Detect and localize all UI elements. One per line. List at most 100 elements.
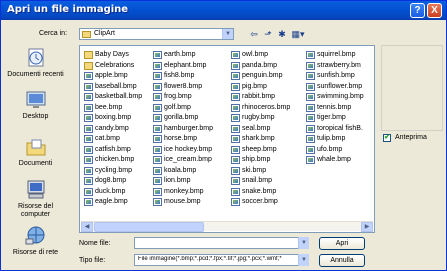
file-item[interactable]: bee.bmp: [83, 103, 142, 114]
place-network[interactable]: Risorse di rete: [7, 225, 64, 257]
file-item[interactable]: lion.bmp: [152, 176, 213, 187]
file-item[interactable]: sunflower.bmp: [305, 82, 364, 93]
file-item[interactable]: dog8.bmp: [83, 176, 142, 187]
file-item[interactable]: squirrel.bmp: [305, 50, 364, 61]
help-button[interactable]: ?: [410, 3, 425, 18]
file-item[interactable]: gorilla.bmp: [152, 113, 213, 124]
file-item[interactable]: tennis.bmp: [305, 103, 364, 114]
file-name: bee.bmp: [95, 103, 123, 111]
chevron-down-icon[interactable]: ▼: [222, 29, 233, 39]
file-item[interactable]: ice hockey.bmp: [152, 145, 213, 156]
up-folder-icon[interactable]: ⬏: [262, 28, 274, 40]
new-folder-icon[interactable]: ✱: [276, 28, 288, 40]
desktop-icon: [26, 91, 45, 108]
back-icon[interactable]: ⇦: [248, 28, 260, 40]
file-item[interactable]: penguin.bmp: [230, 71, 290, 82]
file-item[interactable]: basketball.bmp: [83, 92, 142, 103]
file-item[interactable]: ship.bmp: [230, 155, 290, 166]
filename-field[interactable]: ▼: [134, 237, 309, 249]
file-item[interactable]: shark.bmp: [230, 134, 290, 145]
file-item[interactable]: mouse.bmp: [152, 197, 213, 208]
bitmap-file-icon: [153, 124, 162, 133]
file-item[interactable]: Baby Days: [83, 50, 142, 61]
file-item[interactable]: baseball.bmp: [83, 82, 142, 93]
title-bar[interactable]: Apri un file immagine ? X: [1, 1, 446, 20]
file-item[interactable]: candy.bmp: [83, 124, 142, 135]
file-item[interactable]: sunfish.bmp: [305, 71, 364, 82]
places-bar: Documenti recenti Desktop Documenti Riso…: [7, 45, 64, 260]
bitmap-file-icon: [84, 135, 93, 143]
file-item[interactable]: snake.bmp: [230, 187, 290, 198]
file-name: ufo.bmp: [317, 145, 343, 153]
file-item[interactable]: earth.bmp: [152, 50, 213, 61]
file-item[interactable]: ice_cream.bmp: [152, 155, 213, 166]
file-item[interactable]: ufo.bmp: [305, 145, 364, 156]
file-item[interactable]: frog.bmp: [152, 92, 213, 103]
file-item[interactable]: elephant.bmp: [152, 61, 213, 72]
file-item[interactable]: tulip.bmp: [305, 134, 364, 145]
file-item[interactable]: flower8.bmp: [152, 82, 213, 93]
place-my-computer[interactable]: Risorse del computer: [7, 179, 64, 219]
chevron-down-icon[interactable]: ▼: [298, 254, 309, 266]
file-item[interactable]: horse.bmp: [152, 134, 213, 145]
file-name: candy.bmp: [95, 124, 129, 132]
file-item[interactable]: catfish.bmp: [83, 145, 142, 156]
bitmap-file-icon: [231, 198, 240, 206]
file-item[interactable]: koala.bmp: [152, 166, 213, 177]
scroll-right-icon[interactable]: ▶: [361, 222, 373, 232]
close-button[interactable]: X: [427, 3, 442, 18]
file-name: Baby Days: [95, 51, 129, 58]
file-item[interactable]: swimming.bmp: [305, 92, 364, 103]
file-item[interactable]: snail.bmp: [230, 176, 290, 187]
file-name: sunfish.bmp: [317, 72, 355, 79]
file-item[interactable]: eagle.bmp: [83, 197, 142, 208]
place-desktop[interactable]: Desktop: [7, 89, 64, 121]
file-item[interactable]: monkey.bmp: [152, 187, 213, 198]
file-name: soccer.bmp: [242, 198, 278, 205]
file-item[interactable]: cycling.bmp: [83, 166, 142, 177]
file-item[interactable]: duck.bmp: [83, 187, 142, 198]
file-item[interactable]: chicken.bmp: [83, 155, 142, 166]
view-menu-icon[interactable]: ▦▾: [290, 28, 306, 40]
preview-checkbox[interactable]: ✔: [383, 134, 391, 142]
file-item[interactable]: rugby.bmp: [230, 113, 290, 124]
bitmap-file-icon: [153, 177, 162, 185]
filetype-dropdown[interactable]: File immagine(*.bmp;*.pcd;*.fpx;*.tif;*.…: [134, 254, 309, 266]
open-button[interactable]: Apri: [319, 237, 365, 250]
file-list[interactable]: Baby Days Celebrations apple.bmp baseball.b…: [79, 45, 375, 233]
file-item[interactable]: sheep.bmp: [230, 145, 290, 156]
file-item[interactable]: ski.bmp: [230, 166, 290, 177]
chevron-down-icon[interactable]: ▼: [298, 237, 309, 249]
file-item[interactable]: rabbit.bmp: [230, 92, 290, 103]
bitmap-file-icon: [153, 135, 162, 143]
file-item[interactable]: whale.bmp: [305, 155, 364, 166]
file-item[interactable]: soccer.bmp: [230, 197, 290, 208]
scroll-left-icon[interactable]: ◀: [81, 222, 93, 232]
scrollbar-thumb[interactable]: [94, 222, 204, 232]
file-name: lion.bmp: [164, 177, 191, 184]
file-item[interactable]: cat.bmp: [83, 134, 142, 145]
file-item[interactable]: pig.bmp: [230, 82, 290, 93]
file-name: eagle.bmp: [95, 198, 128, 205]
file-item[interactable]: strawberry.bm: [305, 61, 364, 72]
file-item[interactable]: panda.bmp: [230, 61, 290, 72]
bitmap-file-icon: [84, 187, 93, 196]
file-item[interactable]: golf.bmp: [152, 103, 213, 114]
cancel-button[interactable]: Annulla: [319, 254, 365, 267]
place-my-documents[interactable]: Documenti: [7, 136, 64, 168]
file-item[interactable]: Celebrations: [83, 61, 142, 72]
file-item[interactable]: tiger.bmp: [305, 113, 364, 124]
file-item[interactable]: boxing.bmp: [83, 113, 142, 124]
file-item[interactable]: seal.bmp: [230, 124, 290, 135]
file-item[interactable]: rhinoceros.bmp: [230, 103, 290, 114]
file-item[interactable]: hamburger.bmp: [152, 124, 213, 135]
horizontal-scrollbar[interactable]: ◀ ▶: [81, 221, 373, 232]
look-in-dropdown[interactable]: ClipArt ▼: [79, 28, 234, 40]
bitmap-file-icon: [153, 82, 162, 91]
file-item[interactable]: apple.bmp: [83, 71, 142, 82]
file-item[interactable]: toropical fishB.: [305, 124, 364, 135]
file-name: frog.bmp: [164, 93, 192, 100]
place-recent-documents[interactable]: Documenti recenti: [7, 47, 64, 79]
file-item[interactable]: fish8.bmp: [152, 71, 213, 82]
file-item[interactable]: owl.bmp: [230, 50, 290, 61]
